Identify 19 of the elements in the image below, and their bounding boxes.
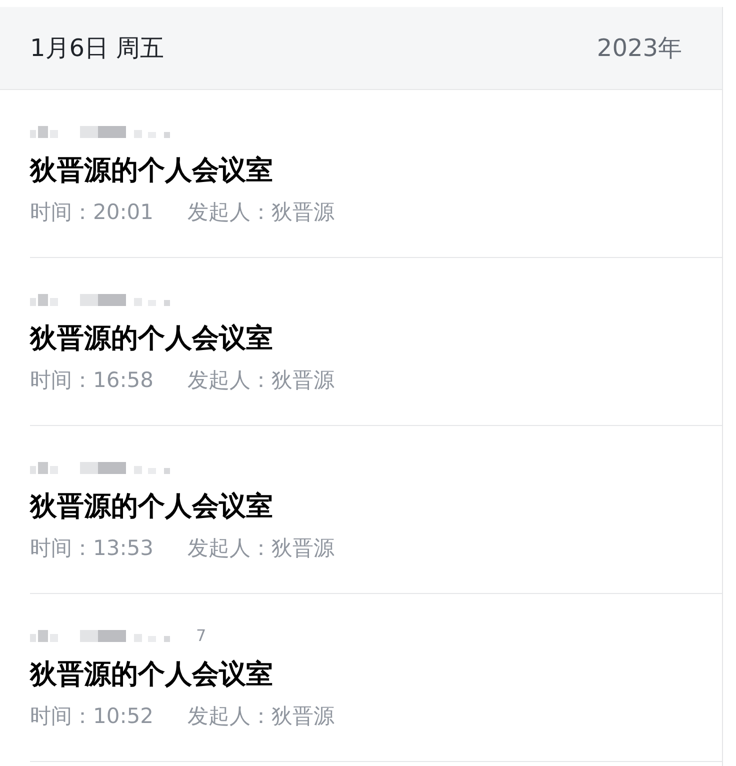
meeting-title: 狄晋源的个人会议室 [30,154,274,188]
meeting-title: 狄晋源的个人会议室 [30,658,274,692]
meeting-time: 时间：20:01 [30,198,154,226]
meeting-item[interactable]: 7 狄晋源的个人会议室 时间：10:52 发起人：狄晋源 [30,594,722,762]
meeting-id-fragment: 7 [196,626,206,645]
date-label: 1月6日 周五 [30,33,164,64]
meeting-time: 时间：10:52 [30,702,154,730]
meeting-title: 狄晋源的个人会议室 [30,490,274,524]
meeting-item[interactable]: 狄晋源的个人会议室 时间：16:58 发起人：狄晋源 [30,258,722,426]
meeting-host: 发起人：狄晋源 [188,534,335,562]
meeting-time: 时间：13:53 [30,534,154,562]
year-label: 2023年 [596,33,682,64]
meeting-host: 发起人：狄晋源 [188,198,335,226]
meeting-host: 发起人：狄晋源 [188,366,335,394]
meeting-time: 时间：16:58 [30,366,154,394]
meeting-host: 发起人：狄晋源 [188,702,335,730]
meeting-title: 狄晋源的个人会议室 [30,322,274,356]
meeting-item[interactable]: 狄晋源的个人会议室 时间：13:53 发起人：狄晋源 [30,426,722,594]
meeting-item[interactable]: 狄晋源的个人会议室 时间：20:01 发起人：狄晋源 [30,90,722,258]
